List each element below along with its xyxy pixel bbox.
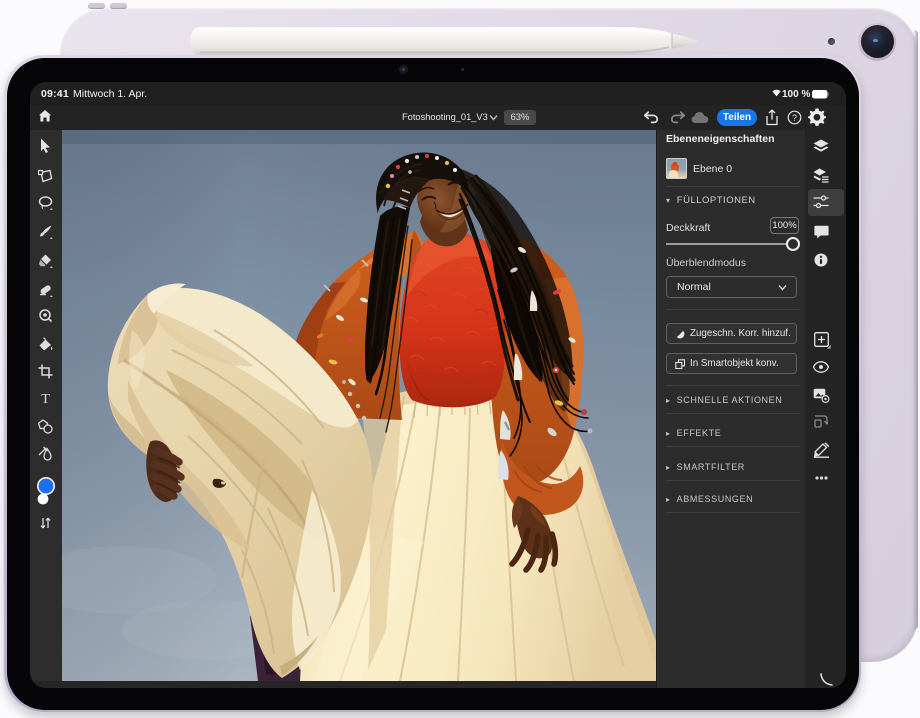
svg-text:?: ? <box>792 113 797 123</box>
svg-text:T: T <box>41 392 50 405</box>
